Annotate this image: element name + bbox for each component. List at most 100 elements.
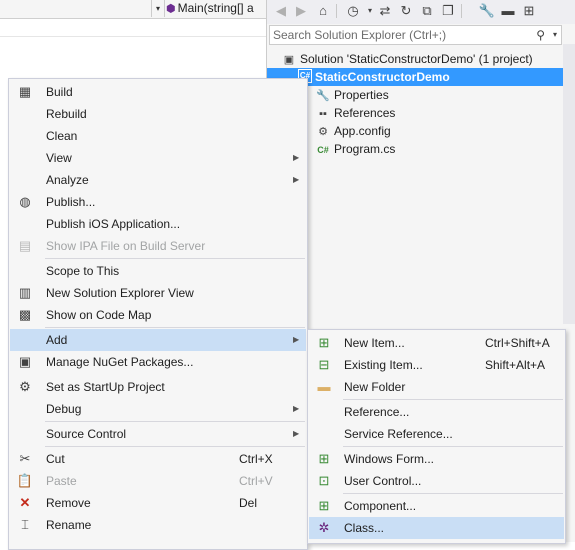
menu-item-rename[interactable]: ⌶ Rename <box>10 514 306 536</box>
history-icon[interactable]: ◷ <box>344 2 362 20</box>
menu-item-analyze[interactable]: Analyze ▶ <box>10 169 306 191</box>
submenu-item-existing-item[interactable]: ⊟ Existing Item... Shift+Alt+A <box>309 354 564 376</box>
tree-item-label: Solution 'StaticConstructorDemo' (1 proj… <box>300 52 533 66</box>
tree-item-program-cs[interactable]: C# Program.cs <box>315 140 395 158</box>
menu-item-source-control[interactable]: Source Control ▶ <box>10 423 306 445</box>
menu-item-remove[interactable]: ✕ Remove Del <box>10 492 306 514</box>
menu-separator <box>343 399 563 400</box>
submenu-item-class[interactable]: ✲ Class... <box>309 517 564 539</box>
ipa-file-icon: ▤ <box>18 238 32 253</box>
code-map-icon: ▩ <box>18 307 32 322</box>
menu-item-build[interactable]: ▦ Build <box>10 81 306 103</box>
editor-divider <box>0 36 266 37</box>
member-dropdown-text: Main(string[] a <box>177 1 254 15</box>
gear-icon: ⚙ <box>19 379 31 394</box>
submenu-arrow-icon: ▶ <box>293 175 300 184</box>
user-control-icon: ⊡ <box>318 473 330 488</box>
preview-icon[interactable]: ▬ <box>499 2 517 20</box>
solution-icon: ▣ <box>283 54 295 66</box>
menu-separator <box>343 493 563 494</box>
submenu-item-reference[interactable]: Reference... <box>309 401 564 423</box>
publish-globe-icon: ◍ <box>19 194 31 209</box>
toolbar-separator <box>461 4 462 18</box>
menu-item-show-on-code-map[interactable]: ▩ Show on Code Map <box>10 304 306 326</box>
component-icon: ⊞ <box>318 498 330 513</box>
submenu-arrow-icon: ▶ <box>293 153 300 162</box>
forward-icon[interactable]: ▶ <box>292 2 310 20</box>
menu-item-debug[interactable]: Debug ▶ <box>10 398 306 420</box>
new-item-icon: ⊞ <box>318 335 330 350</box>
editor-navigation-bar: ▾ ⬢ Main(string[] a <box>0 0 266 19</box>
scissors-icon: ✂ <box>19 451 31 466</box>
existing-item-icon: ⊟ <box>318 357 330 372</box>
back-icon[interactable]: ◀ <box>272 2 290 20</box>
submenu-item-component[interactable]: ⊞ Component... <box>309 495 564 517</box>
menu-item-view[interactable]: View ▶ <box>10 147 306 169</box>
submenu-item-windows-form[interactable]: ⊞ Windows Form... <box>309 448 564 470</box>
submenu-arrow-icon: ▶ <box>293 404 300 413</box>
menu-item-manage-nuget[interactable]: ▣ Manage NuGet Packages... <box>10 351 306 373</box>
submenu-item-new-folder[interactable]: ▬ New Folder <box>309 376 564 398</box>
submenu-item-service-reference[interactable]: Service Reference... <box>309 423 564 445</box>
solution-explorer-search[interactable]: Search Solution Explorer (Ctrl+;) ⚲ ▾ <box>269 25 562 45</box>
windows-form-icon: ⊞ <box>318 451 330 466</box>
menu-item-clean[interactable]: Clean <box>10 125 306 147</box>
refresh-icon[interactable]: ↻ <box>397 2 415 20</box>
menu-separator <box>343 446 563 447</box>
class-icon: ✲ <box>318 520 330 535</box>
submenu-arrow-icon: ▶ <box>293 335 300 344</box>
red-x-icon: ✕ <box>19 495 31 510</box>
menu-item-set-startup[interactable]: ⚙ Set as StartUp Project <box>10 376 306 398</box>
menu-item-scope-to-this[interactable]: Scope to This <box>10 260 306 282</box>
tree-item-label: Program.cs <box>334 142 396 156</box>
method-cube-icon: ⬢ <box>166 3 176 15</box>
collapse-all-icon[interactable]: ⧉ <box>418 2 436 20</box>
view-class-diagram-icon[interactable]: ⊞ <box>520 2 538 20</box>
menu-item-show-ipa-file[interactable]: ▤ Show IPA File on Build Server <box>10 235 306 257</box>
menu-item-publish[interactable]: ◍ Publish... <box>10 191 306 213</box>
tree-item-app-config[interactable]: ⚙ App.config <box>315 122 391 140</box>
sync-icon[interactable]: ⇄ <box>376 2 394 20</box>
wrench-icon: 🔧 <box>316 90 330 102</box>
submenu-item-new-item[interactable]: ⊞ New Item... Ctrl+Shift+A <box>309 332 564 354</box>
new-folder-icon: ▬ <box>317 379 331 394</box>
rename-icon: ⌶ <box>21 517 29 532</box>
new-window-icon: ▥ <box>18 285 32 300</box>
submenu-item-user-control[interactable]: ⊡ User Control... <box>309 470 564 492</box>
vertical-scrollbar[interactable] <box>563 44 575 324</box>
menu-item-paste[interactable]: 📋 Paste Ctrl+V <box>10 470 306 492</box>
menu-separator <box>45 258 305 259</box>
nuget-icon: ▣ <box>18 354 32 369</box>
menu-item-new-solution-explorer-view[interactable]: ▥ New Solution Explorer View <box>10 282 306 304</box>
properties-icon[interactable]: 🔧 <box>478 2 496 20</box>
csharp-file-icon: C# <box>317 145 329 155</box>
references-icon: ▪▪ <box>319 108 327 120</box>
context-menu: ▦ Build Rebuild Clean View ▶ Analyze ▶ ◍… <box>8 78 308 550</box>
config-file-icon: ⚙ <box>318 126 328 138</box>
menu-separator <box>45 446 305 447</box>
tree-item-label: References <box>334 106 396 120</box>
tree-item-label: Properties <box>334 88 389 102</box>
menu-item-rebuild[interactable]: Rebuild <box>10 103 306 125</box>
tree-item-label: App.config <box>334 124 391 138</box>
menu-item-publish-ios[interactable]: Publish iOS Application... <box>10 213 306 235</box>
tree-item-references[interactable]: ▪▪ References <box>315 104 395 122</box>
build-icon: ▦ <box>18 84 32 99</box>
toolbar-separator <box>336 4 337 18</box>
search-input[interactable]: Search Solution Explorer (Ctrl+;) <box>273 26 446 44</box>
type-dropdown-arrow[interactable]: ▾ <box>151 0 165 17</box>
search-options-dropdown-icon[interactable]: ▾ <box>553 26 557 44</box>
show-all-files-icon[interactable]: ❐ <box>439 2 457 20</box>
home-icon[interactable]: ⌂ <box>314 2 332 20</box>
tree-item-properties[interactable]: 🔧 Properties <box>315 86 389 104</box>
submenu-arrow-icon: ▶ <box>293 429 300 438</box>
menu-separator <box>45 327 305 328</box>
menu-item-add[interactable]: Add ▶ <box>10 329 306 351</box>
search-icon[interactable]: ⚲ <box>536 26 545 44</box>
solution-explorer-toolbar: ◀ ▶ ⌂ ◷ ▾ ⇄ ↻ ⧉ ❐ 🔧 ▬ ⊞ <box>267 0 575 24</box>
add-submenu: ⊞ New Item... Ctrl+Shift+A ⊟ Existing It… <box>307 329 566 544</box>
tree-item-solution[interactable]: ▣ Solution 'StaticConstructorDemo' (1 pro… <box>281 50 533 68</box>
clipboard-icon: 📋 <box>16 473 34 488</box>
menu-item-cut[interactable]: ✂ Cut Ctrl+X <box>10 448 306 470</box>
member-dropdown[interactable]: ⬢ Main(string[] a <box>166 0 254 17</box>
